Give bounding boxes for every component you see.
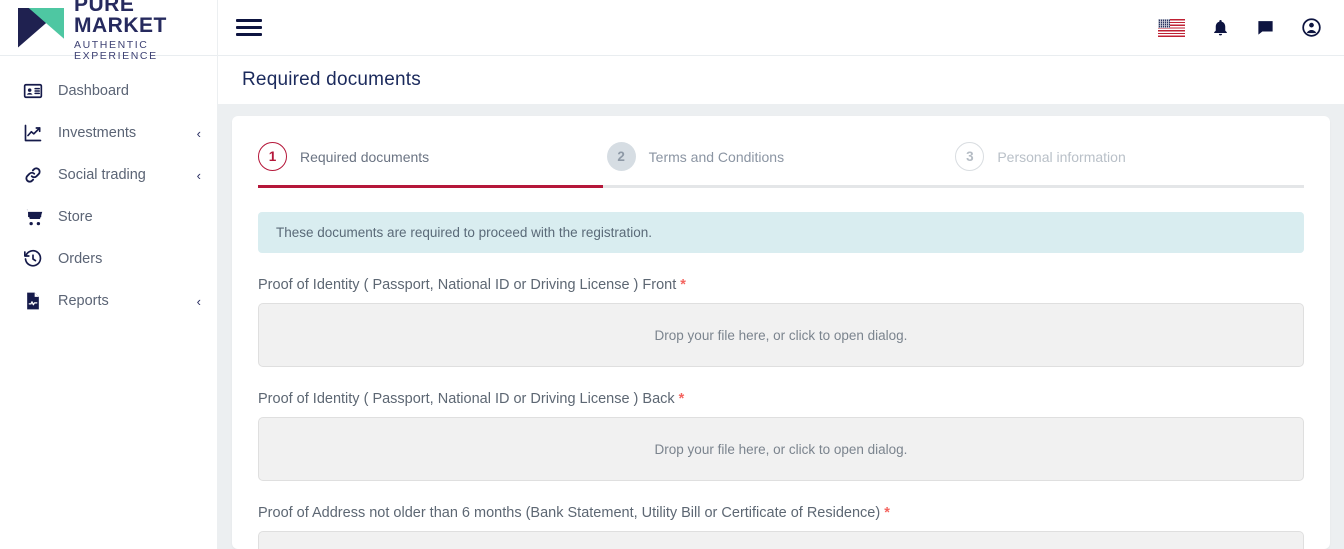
dropzone-placeholder: Drop your file here, or click to open di…	[654, 327, 908, 343]
line-chart-icon	[22, 122, 44, 144]
logo-subtitle: AUTHENTIC EXPERIENCE	[74, 39, 158, 62]
header-actions	[1158, 17, 1344, 38]
step-number: 1	[258, 142, 287, 171]
content-area: 1 Required documents 2 Terms and Conditi…	[218, 104, 1344, 549]
page-title-bar: Required documents	[218, 56, 1344, 104]
notifications-bell-icon[interactable]	[1211, 18, 1230, 37]
field-label: Proof of Identity ( Passport, National I…	[258, 277, 1304, 293]
id-card-icon	[22, 80, 44, 102]
account-user-icon[interactable]	[1301, 17, 1322, 38]
language-flag-icon[interactable]	[1158, 18, 1185, 37]
sidebar-item-label: Investments	[58, 125, 137, 141]
field-label-text: Proof of Address not older than 6 months…	[258, 505, 881, 521]
required-asterisk: *	[884, 505, 890, 521]
brand-logo[interactable]: PURE MARKET AUTHENTIC EXPERIENCE	[0, 0, 218, 61]
logo-mark-icon	[18, 7, 64, 48]
step-terms-and-conditions[interactable]: 2 Terms and Conditions	[606, 142, 956, 171]
step-label: Personal information	[997, 148, 1126, 165]
sidebar-item-social-trading[interactable]: Social trading ‹	[0, 154, 217, 196]
sidebar-item-label: Social trading	[58, 167, 146, 183]
dropzone-proof-of-identity-back[interactable]: Drop your file here, or click to open di…	[258, 417, 1304, 481]
step-personal-information[interactable]: 3 Personal information	[955, 142, 1304, 171]
shopping-cart-icon	[22, 206, 44, 228]
sidebar-nav: Dashboard Investments ‹ Social trading ‹	[0, 56, 218, 549]
chevron-left-icon[interactable]: ‹	[197, 295, 201, 308]
step-required-documents[interactable]: 1 Required documents	[258, 142, 607, 171]
field-label-text: Proof of Identity ( Passport, National I…	[258, 277, 677, 293]
chevron-left-icon[interactable]: ‹	[197, 127, 201, 140]
chevron-left-icon[interactable]: ‹	[197, 169, 201, 182]
field-label: Proof of Identity ( Passport, National I…	[258, 391, 1304, 407]
required-asterisk: *	[678, 391, 685, 407]
stepper-progress-track	[258, 185, 1304, 188]
field-label-text: Proof of Identity ( Passport, National I…	[258, 391, 675, 407]
sidebar-item-label: Reports	[58, 293, 109, 309]
field-label: Proof of Address not older than 6 months…	[258, 505, 1304, 521]
step-label: Terms and Conditions	[648, 148, 785, 165]
sidebar-item-label: Orders	[58, 251, 103, 267]
app-header: PURE MARKET AUTHENTIC EXPERIENCE	[0, 0, 1344, 61]
info-alert: These documents are required to proceed …	[258, 212, 1304, 253]
sidebar-item-reports[interactable]: Reports ‹	[0, 280, 217, 322]
step-label: Required documents	[300, 148, 430, 165]
info-alert-text: These documents are required to proceed …	[276, 225, 652, 240]
stepper-progress-fill	[258, 185, 604, 188]
main-content: Required documents 1 Required documents …	[218, 56, 1344, 549]
sidebar-item-dashboard[interactable]: Dashboard	[0, 70, 217, 112]
report-doc-icon	[22, 290, 44, 312]
registration-stepper: 1 Required documents 2 Terms and Conditi…	[258, 142, 1304, 171]
dropzone-proof-of-address[interactable]: Drop your file here, or click to open di…	[258, 531, 1304, 549]
step-number: 2	[606, 142, 636, 171]
field-proof-of-identity-front: Proof of Identity ( Passport, National I…	[258, 277, 1304, 367]
page-title: Required documents	[242, 69, 421, 90]
field-proof-of-address: Proof of Address not older than 6 months…	[258, 505, 1304, 549]
required-asterisk: *	[680, 277, 686, 293]
logo-title: PURE MARKET	[74, 0, 167, 37]
menu-icon[interactable]	[236, 15, 262, 41]
sidebar-item-investments[interactable]: Investments ‹	[0, 112, 217, 154]
sidebar-item-label: Store	[58, 209, 93, 225]
sidebar-item-store[interactable]: Store	[0, 196, 217, 238]
messages-chat-icon[interactable]	[1256, 18, 1275, 37]
field-proof-of-identity-back: Proof of Identity ( Passport, National I…	[258, 391, 1304, 481]
dropzone-placeholder: Drop your file here, or click to open di…	[654, 441, 908, 457]
link-chain-icon	[22, 164, 44, 186]
step-number: 3	[955, 142, 985, 171]
registration-card: 1 Required documents 2 Terms and Conditi…	[232, 116, 1330, 549]
sidebar-item-label: Dashboard	[58, 83, 129, 99]
sidebar-item-orders[interactable]: Orders	[0, 238, 217, 280]
dropzone-proof-of-identity-front[interactable]: Drop your file here, or click to open di…	[258, 303, 1304, 367]
history-clock-icon	[22, 248, 44, 270]
